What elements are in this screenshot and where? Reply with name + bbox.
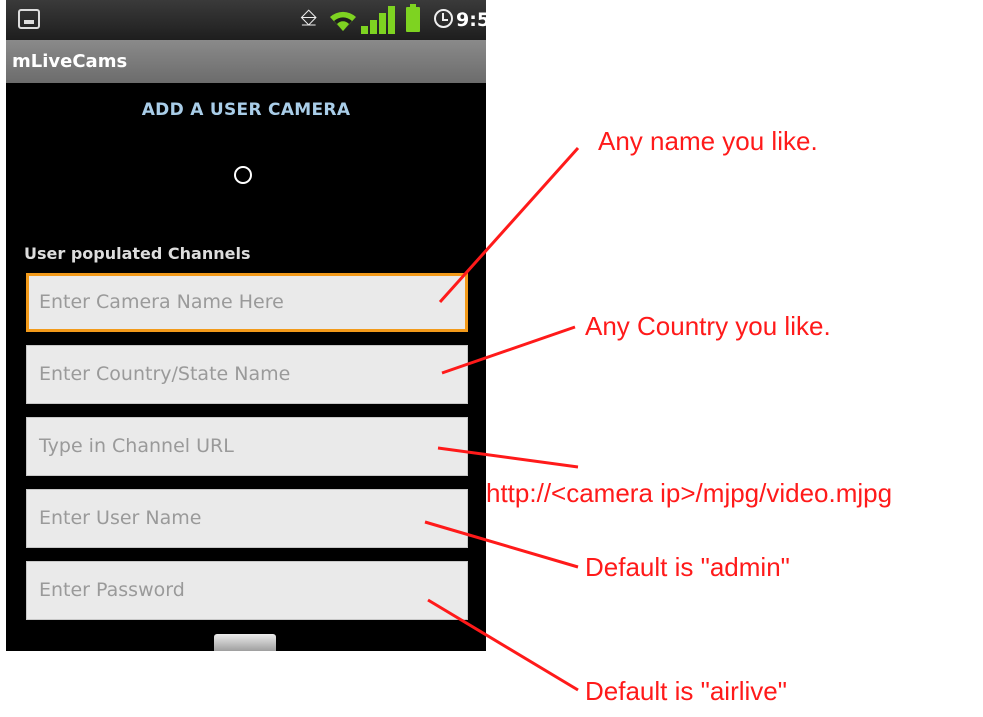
annotation-line-username — [424, 520, 579, 569]
annotation-layer — [424, 146, 580, 692]
annotation-line-password — [427, 598, 579, 692]
annotation-line-name — [438, 146, 580, 304]
annotation-country: Any Country you like. — [585, 311, 831, 341]
annotation-name: Any name you like. — [598, 126, 818, 156]
annotation-line-url — [437, 446, 579, 469]
annotation-password: Default is "airlive" — [585, 676, 787, 706]
annotation-username: Default is "admin" — [585, 552, 790, 582]
annotation-url: http://<camera ip>/mjpg/video.mjpg — [486, 478, 893, 508]
annotation-line-country — [441, 325, 576, 375]
